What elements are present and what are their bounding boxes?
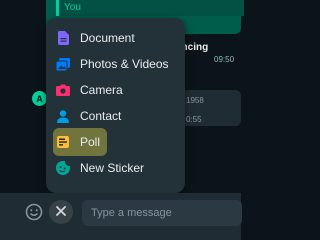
incoming-message-time: 0:55 (186, 115, 202, 124)
menu-item-label: Document (80, 31, 135, 45)
close-icon (56, 203, 66, 221)
outgoing-message-time: 09:50 (214, 55, 235, 64)
poll-icon (56, 135, 70, 149)
menu-item-contact[interactable]: Contact (46, 103, 185, 129)
incoming-message-text: 1958 (186, 96, 204, 105)
menu-item-camera[interactable]: Camera (46, 77, 185, 103)
new-sticker-icon (56, 161, 70, 175)
avatar[interactable]: A (32, 91, 47, 106)
reply-author: You (64, 2, 81, 13)
menu-item-label: Photos & Videos (80, 57, 169, 71)
menu-item-new-sticker[interactable]: New Sticker (46, 155, 185, 181)
menu-item-document[interactable]: Document (46, 25, 185, 51)
document-icon (56, 31, 70, 45)
photos-videos-icon (56, 57, 70, 71)
message-input[interactable] (82, 200, 242, 226)
close-attach-button[interactable] (49, 200, 73, 224)
camera-icon (56, 83, 70, 97)
reply-quote[interactable] (56, 0, 244, 16)
menu-item-poll[interactable]: Poll (46, 129, 185, 155)
menu-item-label: Contact (80, 109, 122, 123)
contact-icon (56, 109, 70, 123)
menu-item-label: New Sticker (80, 161, 145, 175)
attachment-menu: Document Photos & Videos Camera Contact … (46, 18, 185, 193)
menu-item-photos-videos[interactable]: Photos & Videos (46, 51, 185, 77)
menu-item-label: Camera (80, 83, 123, 97)
menu-item-label: Poll (80, 135, 101, 149)
emoji-icon[interactable] (25, 203, 43, 221)
